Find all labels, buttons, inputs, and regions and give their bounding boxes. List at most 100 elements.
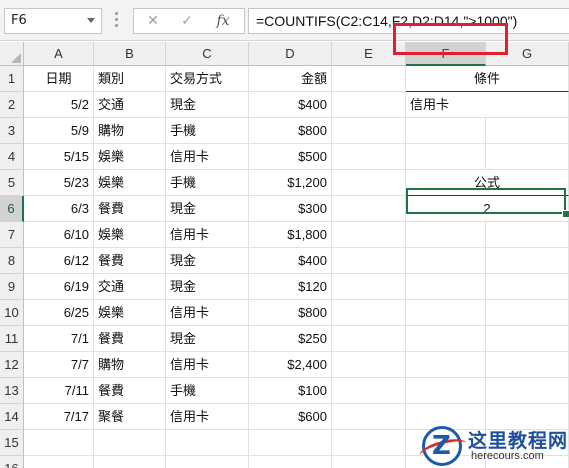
empty-cell[interactable] <box>406 248 486 274</box>
column-header-a[interactable]: A <box>24 42 94 66</box>
column-header-b[interactable]: B <box>94 42 166 66</box>
table-cell-amount[interactable]: $250 <box>249 326 332 352</box>
table-cell-method[interactable]: 手機 <box>166 170 249 196</box>
empty-cell[interactable] <box>332 404 406 430</box>
empty-cell[interactable] <box>486 92 569 118</box>
empty-cell[interactable] <box>486 326 569 352</box>
row-header[interactable]: 5 <box>0 170 24 196</box>
table-cell-category[interactable]: 餐費 <box>94 378 166 404</box>
table-cell-amount[interactable]: $2,400 <box>249 352 332 378</box>
table-cell-date[interactable]: 6/25 <box>24 300 94 326</box>
cancel-icon[interactable]: ✕ <box>138 10 168 32</box>
table-cell-amount[interactable]: $300 <box>249 196 332 222</box>
table-cell-date[interactable]: 7/7 <box>24 352 94 378</box>
table-cell-date[interactable]: 6/19 <box>24 274 94 300</box>
empty-cell[interactable] <box>332 378 406 404</box>
table-cell-amount[interactable]: $400 <box>249 92 332 118</box>
table-cell-category[interactable]: 餐費 <box>94 248 166 274</box>
table-cell-category[interactable]: 交通 <box>94 274 166 300</box>
table-cell-date[interactable]: 6/12 <box>24 248 94 274</box>
row-header[interactable]: 6 <box>0 196 24 222</box>
table-cell-category[interactable]: 餐費 <box>94 196 166 222</box>
table-cell-category[interactable]: 娛樂 <box>94 222 166 248</box>
table-cell-date[interactable]: 5/9 <box>24 118 94 144</box>
table-cell-amount[interactable]: $600 <box>249 404 332 430</box>
row-header[interactable]: 10 <box>0 300 24 326</box>
empty-cell[interactable] <box>486 248 569 274</box>
empty-cell[interactable] <box>332 92 406 118</box>
row-header[interactable]: 16 <box>0 456 24 468</box>
empty-cell[interactable] <box>332 118 406 144</box>
row-header[interactable]: 15 <box>0 430 24 456</box>
select-all-corner[interactable] <box>0 42 24 66</box>
empty-cell[interactable] <box>24 456 94 468</box>
empty-cell[interactable] <box>486 300 569 326</box>
chevron-down-icon[interactable] <box>87 18 95 23</box>
empty-cell[interactable] <box>406 300 486 326</box>
table-cell-method[interactable]: 信用卡 <box>166 404 249 430</box>
empty-cell[interactable] <box>332 456 406 468</box>
row-header[interactable]: 1 <box>0 66 24 92</box>
row-header[interactable]: 9 <box>0 274 24 300</box>
empty-cell[interactable] <box>249 430 332 456</box>
table-cell-method[interactable]: 手機 <box>166 118 249 144</box>
row-header[interactable]: 13 <box>0 378 24 404</box>
table-cell-category[interactable]: 交通 <box>94 92 166 118</box>
row-header[interactable]: 8 <box>0 248 24 274</box>
cell-e1[interactable] <box>332 66 406 92</box>
row-header[interactable]: 4 <box>0 144 24 170</box>
empty-cell[interactable] <box>332 196 406 222</box>
table-cell-category[interactable]: 購物 <box>94 352 166 378</box>
table-cell-method[interactable]: 信用卡 <box>166 222 249 248</box>
empty-cell[interactable] <box>332 170 406 196</box>
empty-cell[interactable] <box>332 248 406 274</box>
table-cell-method[interactable]: 現金 <box>166 326 249 352</box>
empty-cell[interactable] <box>486 378 569 404</box>
empty-cell[interactable] <box>94 430 166 456</box>
empty-cell[interactable] <box>486 118 569 144</box>
table-cell-amount[interactable]: $800 <box>249 118 332 144</box>
row-header[interactable]: 14 <box>0 404 24 430</box>
empty-cell[interactable] <box>249 456 332 468</box>
empty-cell[interactable] <box>332 222 406 248</box>
empty-cell[interactable] <box>332 430 406 456</box>
row-header[interactable]: 2 <box>0 92 24 118</box>
empty-cell[interactable] <box>24 430 94 456</box>
fill-handle[interactable] <box>562 210 569 218</box>
table-cell-date[interactable]: 5/15 <box>24 144 94 170</box>
table-cell-category[interactable]: 聚餐 <box>94 404 166 430</box>
row-header[interactable]: 11 <box>0 326 24 352</box>
table-cell-category[interactable]: 娛樂 <box>94 170 166 196</box>
cell-c1[interactable]: 交易方式 <box>166 66 249 92</box>
table-cell-date[interactable]: 5/23 <box>24 170 94 196</box>
empty-cell[interactable] <box>332 144 406 170</box>
empty-cell[interactable] <box>94 456 166 468</box>
table-cell-method[interactable]: 信用卡 <box>166 144 249 170</box>
table-cell-date[interactable]: 7/11 <box>24 378 94 404</box>
column-header-d[interactable]: D <box>249 42 332 66</box>
empty-cell[interactable] <box>166 456 249 468</box>
empty-cell[interactable] <box>166 430 249 456</box>
table-cell-amount[interactable]: $100 <box>249 378 332 404</box>
table-cell-category[interactable]: 娛樂 <box>94 300 166 326</box>
table-cell-date[interactable]: 6/10 <box>24 222 94 248</box>
insert-function-icon[interactable]: fx <box>208 10 238 32</box>
empty-cell[interactable] <box>406 222 486 248</box>
table-cell-amount[interactable]: $500 <box>249 144 332 170</box>
empty-cell[interactable] <box>406 326 486 352</box>
table-cell-method[interactable]: 信用卡 <box>166 352 249 378</box>
row-header[interactable]: 12 <box>0 352 24 378</box>
empty-cell[interactable] <box>486 352 569 378</box>
table-cell-method[interactable]: 手機 <box>166 378 249 404</box>
empty-cell[interactable] <box>406 378 486 404</box>
cell-f1-criteria-header[interactable]: 條件 <box>406 66 569 92</box>
table-cell-date[interactable]: 7/1 <box>24 326 94 352</box>
table-cell-date[interactable]: 5/2 <box>24 92 94 118</box>
table-cell-method[interactable]: 現金 <box>166 92 249 118</box>
table-cell-amount[interactable]: $800 <box>249 300 332 326</box>
empty-cell[interactable] <box>332 300 406 326</box>
table-cell-method[interactable]: 現金 <box>166 196 249 222</box>
empty-cell[interactable] <box>486 144 569 170</box>
table-cell-method[interactable]: 現金 <box>166 274 249 300</box>
table-cell-amount[interactable]: $120 <box>249 274 332 300</box>
